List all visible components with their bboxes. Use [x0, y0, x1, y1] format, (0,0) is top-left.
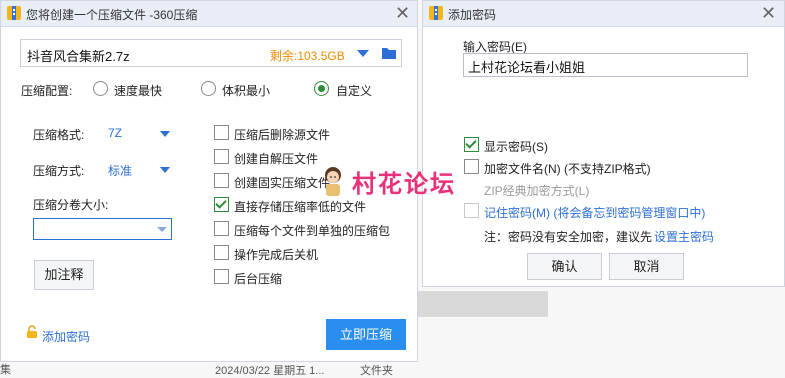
radio-size-label[interactable]: 体积最小 [222, 82, 270, 99]
chevron-down-icon[interactable] [160, 131, 170, 137]
folder-icon[interactable] [381, 46, 397, 60]
checkbox-show-password[interactable] [464, 137, 479, 152]
girl-mascot-icon [325, 167, 341, 196]
checkbox-store-low-ratio[interactable] [214, 197, 229, 212]
radio-custom-label[interactable]: 自定义 [336, 82, 372, 99]
checkbox-background-label[interactable]: 后台压缩 [234, 270, 282, 287]
zip-classic-label: ZIP经典加密方式(L) [484, 184, 590, 198]
background-fragment: 集 [0, 364, 11, 376]
checkbox-delete-source[interactable] [214, 125, 229, 140]
cancel-button[interactable]: 取消 [609, 253, 684, 280]
password-value[interactable]: 上村花论坛看小姐姐 [468, 57, 585, 76]
checkbox-delete-source-label[interactable]: 压缩后删除源文件 [234, 126, 330, 143]
remember-password-label[interactable]: 记住密码(M) (将会备忘到密码管理窗口中) [484, 204, 705, 221]
chevron-down-icon[interactable] [160, 167, 170, 173]
split-size-label: 压缩分卷大小: [33, 198, 109, 212]
add-password-dialog: 添加密码 ✕ 输入密码(E) 上村花论坛看小姐姐 显示密码(S) 加密文件名(N… [422, 0, 785, 287]
add-password-link[interactable]: 添加密码 [42, 328, 90, 345]
format-label: 压缩格式: [33, 128, 85, 142]
archive-app-icon [7, 6, 21, 20]
compress-now-button[interactable]: 立即压缩 [326, 319, 406, 350]
confirm-button[interactable]: 确认 [527, 253, 602, 280]
password-input[interactable]: 上村花论坛看小姐姐 [463, 53, 748, 77]
chevron-down-icon[interactable] [357, 50, 369, 57]
checkbox-solid[interactable] [214, 173, 229, 188]
checkbox-sfx[interactable] [214, 149, 229, 164]
show-password-label[interactable]: 显示密码(S) [484, 138, 548, 155]
archive-app-icon [429, 6, 443, 20]
lock-icon[interactable] [25, 325, 39, 339]
checkbox-shutdown[interactable] [214, 245, 229, 260]
background-type: 文件夹 [360, 365, 393, 377]
method-select[interactable]: 标准 [108, 162, 132, 179]
watermark-text: 村花论坛 [352, 171, 456, 198]
radio-speed[interactable] [93, 81, 108, 96]
watermark: 村花论坛 [318, 160, 488, 200]
output-filename[interactable]: 抖音风合集新2.7z [27, 46, 130, 65]
remaining-space: 剩余:103.5GB [270, 49, 345, 63]
checkbox-separate-archives-label[interactable]: 压缩每个文件到单独的压缩包 [234, 222, 390, 239]
titlebar: 您将创建一个压缩文件 -360压缩 ✕ [1, 1, 417, 27]
titlebar: 添加密码 ✕ [423, 1, 784, 27]
password-dialog-title: 添加密码 [448, 8, 497, 22]
radio-custom[interactable] [314, 81, 329, 96]
radio-speed-label[interactable]: 速度最快 [114, 82, 162, 99]
chevron-down-icon[interactable] [157, 227, 167, 232]
security-note: 注：密码没有安全加密，建议先 [484, 230, 653, 244]
method-label: 压缩方式: [33, 164, 85, 178]
checkbox-sfx-label[interactable]: 创建自解压文件 [234, 150, 318, 167]
window-title: 您将创建一个压缩文件 -360压缩 [26, 8, 198, 22]
set-master-password-link[interactable]: 设置主密码 [654, 228, 714, 245]
output-path-box[interactable]: 抖音风合集新2.7z 剩余:103.5GB [20, 39, 402, 67]
split-size-select[interactable] [33, 218, 172, 240]
close-icon[interactable]: ✕ [395, 4, 410, 22]
checkbox-remember-password[interactable] [464, 203, 479, 218]
format-select[interactable]: 7Z [108, 126, 122, 140]
config-label: 压缩配置: [21, 84, 73, 98]
checkbox-shutdown-label[interactable]: 操作完成后关机 [234, 246, 318, 263]
background-date: 2024/03/22 星期五 1... [215, 365, 325, 377]
add-comment-button[interactable]: 加注释 [34, 260, 94, 290]
checkbox-background[interactable] [214, 269, 229, 284]
checkbox-store-low-ratio-label[interactable]: 直接存储压缩率低的文件 [234, 198, 366, 215]
close-icon[interactable]: ✕ [761, 4, 776, 22]
encrypt-filenames-label[interactable]: 加密文件名(N) (不支持ZIP格式) [484, 160, 651, 177]
checkbox-solid-label[interactable]: 创建固实压缩文件 [234, 174, 330, 191]
radio-size[interactable] [201, 81, 216, 96]
checkbox-separate-archives[interactable] [214, 221, 229, 236]
